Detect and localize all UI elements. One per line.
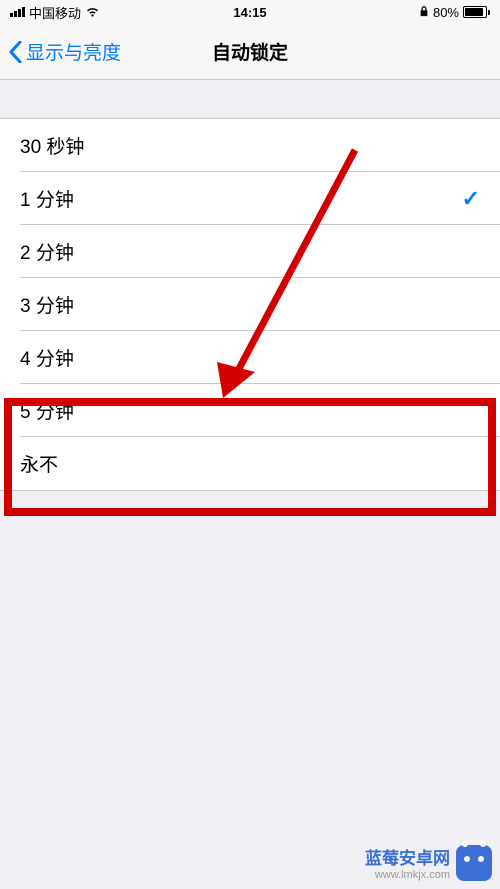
status-bar: 中国移动 14:15 80% — [0, 0, 500, 24]
option-label: 1 分钟 — [20, 185, 74, 212]
option-label: 4 分钟 — [20, 344, 74, 371]
signal-icon — [10, 7, 25, 17]
battery-icon — [463, 6, 490, 18]
option-label: 30 秒钟 — [20, 132, 84, 159]
checkmark-icon: ✓ — [462, 186, 480, 212]
option-label: 3 分钟 — [20, 291, 74, 318]
option-item[interactable]: 4 分钟 — [0, 331, 500, 384]
battery-percent: 80% — [433, 5, 459, 20]
wifi-icon — [85, 7, 100, 18]
options-list: 30 秒钟 1 分钟 ✓ 2 分钟 3 分钟 4 分钟 5 分钟永不 — [0, 118, 500, 491]
option-item[interactable]: 2 分钟 — [0, 225, 500, 278]
status-right: 80% — [419, 5, 490, 20]
option-item[interactable]: 永不 — [0, 437, 500, 490]
watermark-title: 蓝莓安卓网 — [365, 844, 450, 869]
watermark-url: www.lmkjx.com — [365, 869, 450, 881]
rotation-lock-icon — [419, 6, 429, 18]
watermark: 蓝莓安卓网 www.lmkjx.com — [365, 844, 492, 881]
option-item[interactable]: 5 分钟 — [0, 384, 500, 437]
back-button[interactable]: 显示与亮度 — [0, 38, 121, 65]
option-item[interactable]: 1 分钟 ✓ — [0, 172, 500, 225]
option-item[interactable]: 30 秒钟 — [0, 119, 500, 172]
option-label: 2 分钟 — [20, 238, 74, 265]
back-label: 显示与亮度 — [26, 38, 121, 65]
carrier-label: 中国移动 — [29, 3, 81, 22]
option-label: 永不 — [20, 450, 58, 477]
nav-bar: 显示与亮度 自动锁定 — [0, 24, 500, 80]
section-spacer — [0, 80, 500, 118]
option-item[interactable]: 3 分钟 — [0, 278, 500, 331]
status-left: 中国移动 — [10, 3, 100, 22]
status-time: 14:15 — [233, 5, 266, 20]
watermark-logo-icon — [456, 845, 492, 881]
option-label: 5 分钟 — [20, 397, 74, 424]
chevron-left-icon — [8, 41, 22, 63]
page-title: 自动锁定 — [212, 38, 288, 65]
